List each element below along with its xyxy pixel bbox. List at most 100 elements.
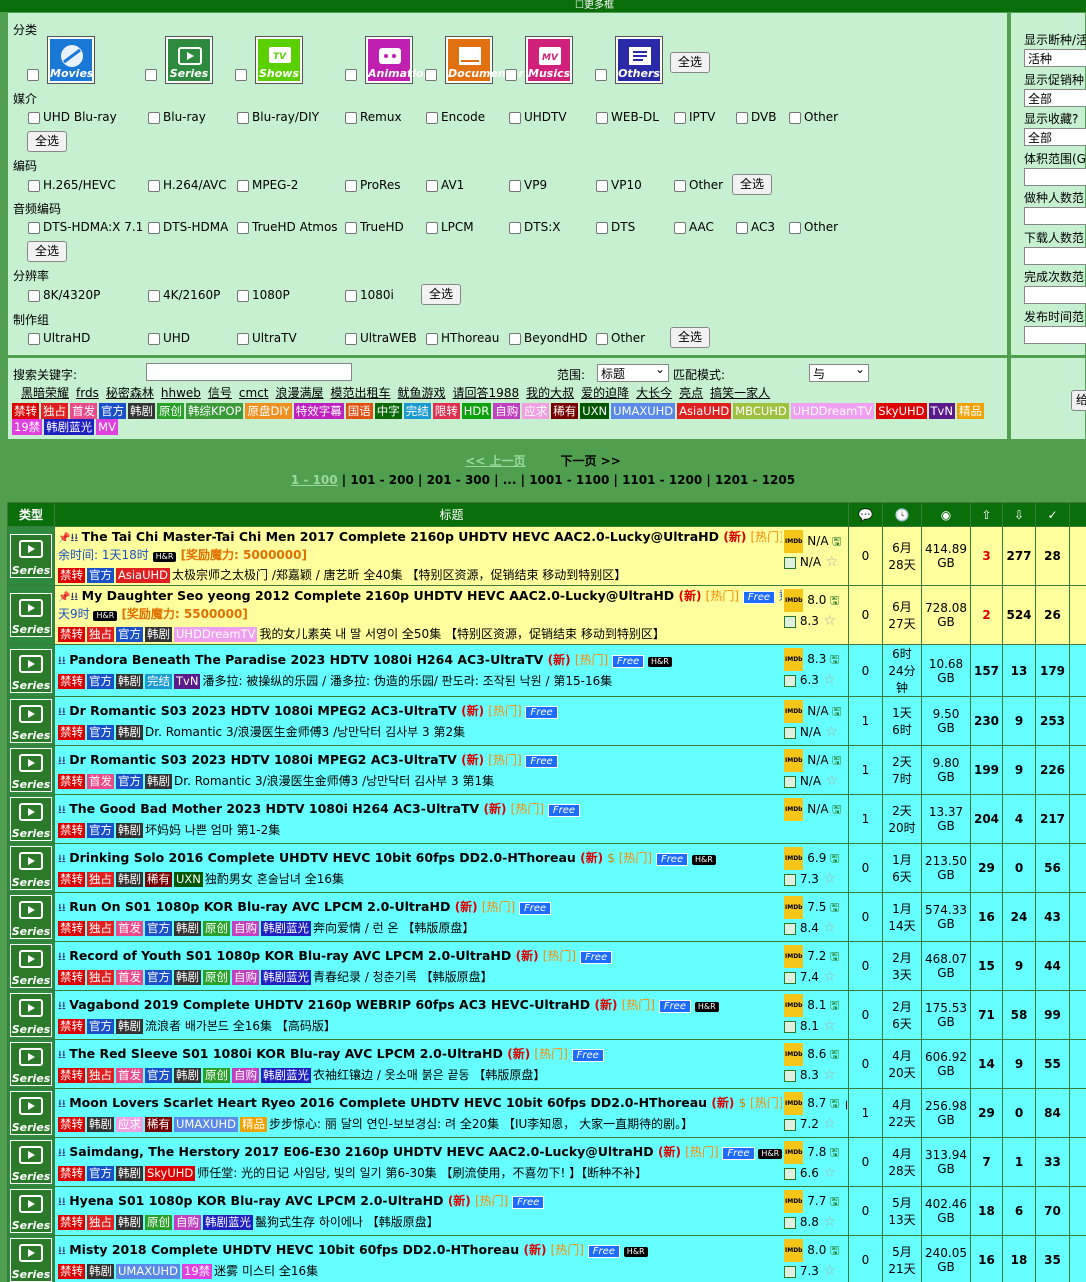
tag-filter[interactable]: UHDDreamTV: [790, 403, 875, 419]
tag-filter[interactable]: AsiaUHD: [677, 403, 732, 419]
media-option[interactable]: Blu-ray/DIY: [237, 110, 319, 124]
media-option[interactable]: Remux: [345, 110, 402, 124]
media-option[interactable]: DVB: [736, 110, 776, 124]
seeders-value[interactable]: 199: [974, 763, 999, 777]
star-icon[interactable]: ☆: [819, 969, 836, 985]
audio-option[interactable]: DTS-HDMA:X 7.1: [28, 220, 143, 234]
select-all-group-button[interactable]: 全选: [670, 327, 711, 348]
codec-option[interactable]: H.265/HEVC: [28, 178, 116, 192]
side-filter-input[interactable]: [1024, 207, 1086, 225]
leechers-value[interactable]: 0: [1015, 861, 1023, 875]
checkbox[interactable]: [345, 332, 357, 345]
audio-option[interactable]: LPCM: [426, 220, 474, 234]
checkbox[interactable]: [237, 179, 249, 192]
torrent-title-link[interactable]: The Good Bad Mother 2023 HDTV 1080i H264…: [69, 801, 483, 816]
codec-option[interactable]: VP10: [596, 178, 642, 192]
category-icon-series[interactable]: Series: [10, 846, 52, 890]
bookmark-icon[interactable]: 🖫: [826, 1244, 839, 1257]
type-header[interactable]: 类型: [7, 502, 55, 527]
star-icon[interactable]: ☆: [819, 672, 836, 688]
star-icon[interactable]: ☆: [821, 724, 838, 740]
media-option[interactable]: Other: [789, 110, 838, 124]
bookmark-icon[interactable]: 🖫: [826, 901, 839, 914]
media-option[interactable]: IPTV: [674, 110, 715, 124]
seeders-value[interactable]: 7: [982, 1155, 990, 1169]
category-checkbox-shows[interactable]: [235, 69, 247, 81]
codec-option[interactable]: MPEG-2: [237, 178, 298, 192]
tag-filter[interactable]: 稀有: [551, 403, 579, 419]
group-option[interactable]: Other: [596, 331, 645, 345]
tag-filter[interactable]: 首发: [70, 403, 97, 419]
side-submit-button[interactable]: 给: [1071, 390, 1086, 411]
checkbox[interactable]: [596, 332, 608, 345]
leechers-value[interactable]: 524: [1006, 608, 1031, 622]
bookmark-icon[interactable]: 🖫: [829, 754, 841, 767]
tag-filter[interactable]: 韩剧蓝光: [44, 419, 95, 435]
torrent-title-link[interactable]: The Red Sleeve S01 1080i KOR Blu-ray AVC…: [69, 1046, 507, 1061]
download-icon[interactable]: ⭳⭳: [58, 1048, 69, 1061]
checkbox[interactable]: [509, 111, 521, 124]
group-option[interactable]: UltraHD: [28, 331, 90, 345]
codec-option[interactable]: AV1: [426, 178, 464, 192]
codec-option[interactable]: Other: [674, 178, 723, 192]
group-option[interactable]: BeyondHD: [509, 331, 588, 345]
next-page-link[interactable]: 下一页 >>: [561, 454, 621, 468]
hot-search-link[interactable]: 模范出租车: [331, 386, 391, 400]
torrent-title-link[interactable]: Dr Romantic S03 2023 HDTV 1080i MPEG2 AC…: [69, 752, 461, 767]
star-icon[interactable]: ☆: [821, 554, 838, 570]
tag-filter[interactable]: 独占: [41, 403, 68, 419]
tag-filter[interactable]: 19禁: [12, 419, 43, 435]
page-link[interactable]: 1001 - 1100: [529, 473, 609, 487]
seeders-value[interactable]: 3: [982, 549, 990, 563]
side-filter-input[interactable]: [1024, 286, 1086, 304]
completed-value[interactable]: 99: [1044, 1008, 1061, 1022]
star-icon[interactable]: ☆: [821, 773, 838, 789]
checkbox[interactable]: [674, 111, 686, 124]
tag-filter[interactable]: 完结: [403, 403, 431, 419]
star-icon[interactable]: ☆: [819, 1263, 836, 1279]
completed-value[interactable]: 43: [1044, 910, 1061, 924]
checkbox[interactable]: [789, 111, 801, 124]
select-all-media-button[interactable]: 全选: [27, 131, 68, 152]
checkbox[interactable]: [28, 332, 40, 345]
category-icon-documentaries[interactable]: Documentaries: [445, 36, 542, 84]
checkbox[interactable]: [345, 111, 357, 124]
match-mode-select[interactable]: 与: [809, 362, 869, 382]
group-option[interactable]: HThoreau: [426, 331, 499, 345]
hot-search-link[interactable]: 我的大叔: [526, 386, 574, 400]
resolution-option[interactable]: 1080i: [345, 288, 394, 302]
side-filter-input[interactable]: 全部: [1024, 88, 1086, 107]
star-icon[interactable]: ☆: [819, 1165, 836, 1181]
bookmark-icon[interactable]: 🖫: [829, 803, 841, 816]
select-all-resolution-button[interactable]: 全选: [421, 284, 462, 305]
extra-header[interactable]: [1069, 502, 1086, 527]
download-icon[interactable]: ⭳⭳: [58, 803, 69, 816]
hot-search-link[interactable]: cmct: [239, 386, 269, 400]
checkbox[interactable]: [28, 111, 40, 124]
bookmark-icon[interactable]: 🖫: [826, 1146, 839, 1159]
bookmark-icon[interactable]: 🖫: [826, 1097, 839, 1110]
seeders-value[interactable]: 204: [974, 812, 999, 826]
select-all-codec-button[interactable]: 全选: [732, 174, 773, 195]
download-icon[interactable]: ⭳⭳: [58, 852, 69, 865]
side-filter-input[interactable]: 全部: [1024, 128, 1086, 146]
download-icon[interactable]: ⭳⭳: [70, 531, 81, 544]
hot-search-link[interactable]: 搞笑一家人: [710, 386, 770, 400]
hot-search-link[interactable]: 爱的迫降: [581, 386, 629, 400]
download-icon[interactable]: ⭳⭳: [58, 901, 69, 914]
media-option[interactable]: UHDTV: [509, 110, 567, 124]
bookmark-icon[interactable]: 🖫: [829, 705, 841, 718]
leechers-value[interactable]: 0: [1015, 1106, 1023, 1120]
search-input[interactable]: [146, 363, 352, 381]
checkbox[interactable]: [674, 221, 686, 234]
category-checkbox-musics[interactable]: [505, 69, 517, 81]
resolution-option[interactable]: 4K/2160P: [148, 288, 220, 302]
torrent-title-link[interactable]: Moon Lovers Scarlet Heart Ryeo 2016 Comp…: [69, 1095, 711, 1110]
leechers-value[interactable]: 58: [1011, 1008, 1028, 1022]
bookmark-icon[interactable]: 🖫: [826, 594, 839, 607]
torrent-title-link[interactable]: Record of Youth S01 1080p KOR Blu-ray AV…: [69, 948, 515, 963]
audio-option[interactable]: DTS-HDMA: [148, 220, 228, 234]
checkbox[interactable]: [736, 221, 748, 234]
category-icon-series[interactable]: Series: [10, 748, 52, 792]
completed-value[interactable]: 179: [1040, 664, 1065, 678]
